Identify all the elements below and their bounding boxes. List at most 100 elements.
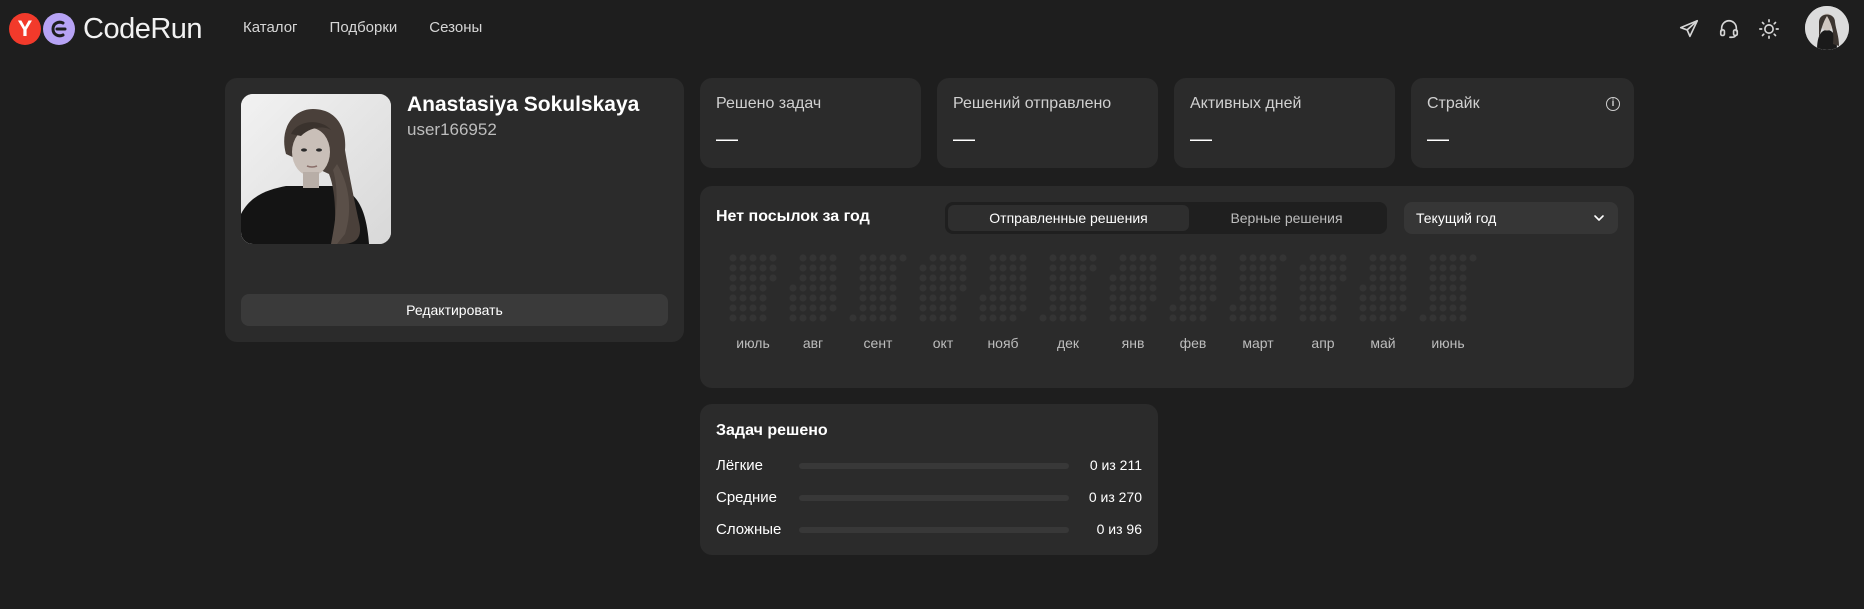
- heatmap-day-cell: [1209, 294, 1217, 302]
- difficulty-row-medium: Средние 0 из 270: [716, 488, 1142, 508]
- heatmap-day-cell: [1139, 284, 1147, 292]
- nav-seasons[interactable]: Сезоны: [429, 19, 482, 36]
- heatmap-day-cell: [1069, 304, 1077, 312]
- heatmap-day-cell: [1369, 304, 1377, 312]
- heatmap-day-cell: [1119, 254, 1127, 262]
- heatmap-day-cell: [729, 264, 737, 272]
- heatmap-day-cell: [769, 254, 777, 262]
- heatmap-day-cell: [1459, 304, 1467, 312]
- heatmap-day-cell: [1309, 274, 1317, 282]
- heatmap-day-cell: [869, 254, 877, 262]
- heatmap-day-cell: [1379, 314, 1387, 322]
- heatmap-day-cell: [859, 304, 867, 312]
- heatmap-day-cell: [739, 304, 747, 312]
- user-avatar[interactable]: [1805, 6, 1849, 50]
- theme-sun-icon[interactable]: [1756, 16, 1782, 42]
- nav-catalog[interactable]: Каталог: [243, 19, 298, 36]
- heatmap-day-cell: [1379, 284, 1387, 292]
- heatmap-day-cell: [1009, 284, 1017, 292]
- heatmap-day-cell: [1019, 274, 1027, 282]
- heatmap-day-cell: [1229, 304, 1237, 312]
- heatmap-day-cell: [1319, 304, 1327, 312]
- heatmap-day-cell: [939, 264, 947, 272]
- heatmap-day-cell: [1249, 314, 1257, 322]
- heatmap-day-cell: [1469, 254, 1477, 262]
- heatmap-day-cell: [1269, 284, 1277, 292]
- heatmap-day-cell: [819, 254, 827, 262]
- tab-correct-solutions[interactable]: Верные решения: [1189, 205, 1384, 231]
- heatmap-day-cell: [1259, 294, 1267, 302]
- heatmap-day-cell: [979, 314, 987, 322]
- heatmap-day-cell: [1009, 314, 1017, 322]
- info-icon[interactable]: i: [1606, 97, 1620, 111]
- heatmap-day-cell: [1179, 304, 1187, 312]
- heatmap-day-cell: [1259, 304, 1267, 312]
- heatmap-day-cell: [1249, 304, 1257, 312]
- heatmap-day-cell: [1059, 304, 1067, 312]
- heatmap-day-cell: [989, 284, 997, 292]
- heatmap-day-cell: [1269, 304, 1277, 312]
- heatmap-day-cell: [1439, 314, 1447, 322]
- heatmap-day-cell: [1129, 304, 1137, 312]
- heatmap-day-cell: [819, 264, 827, 272]
- heatmap-day-cell: [809, 294, 817, 302]
- heatmap-day-cell: [729, 274, 737, 282]
- heatmap-day-cell: [1239, 284, 1247, 292]
- heatmap-day-cell: [919, 314, 927, 322]
- heatmap-day-cell: [999, 294, 1007, 302]
- heatmap-day-cell: [1249, 264, 1257, 272]
- heatmap-day-cell: [749, 304, 757, 312]
- heatmap-day-cell: [1189, 274, 1197, 282]
- heatmap-day-cell: [1179, 284, 1187, 292]
- heatmap-day-cell: [889, 254, 897, 262]
- heatmap-day-cell: [1439, 254, 1447, 262]
- heatmap-day-cell: [989, 304, 997, 312]
- heatmap-day-cell: [1369, 254, 1377, 262]
- heatmap-day-cell: [739, 294, 747, 302]
- heatmap-day-cell: [1199, 274, 1207, 282]
- heatmap-day-cell: [989, 264, 997, 272]
- heatmap-day-cell: [939, 304, 947, 312]
- heatmap-day-cell: [999, 314, 1007, 322]
- heatmap-day-cell: [1069, 294, 1077, 302]
- heatmap-day-cell: [1059, 294, 1067, 302]
- heatmap-day-cell: [1199, 314, 1207, 322]
- heatmap-day-cell: [1009, 254, 1017, 262]
- heatmap-day-cell: [1059, 264, 1067, 272]
- heatmap-day-cell: [819, 294, 827, 302]
- heatmap-day-cell: [879, 274, 887, 282]
- tab-submitted-solutions[interactable]: Отправленные решения: [948, 205, 1189, 231]
- coderun-logo-icon: [43, 13, 75, 45]
- heatmap-day-cell: [1259, 274, 1267, 282]
- nav-collections[interactable]: Подборки: [330, 19, 398, 36]
- period-select[interactable]: Текущий год: [1404, 202, 1618, 234]
- heatmap-day-cell: [1359, 314, 1367, 322]
- heatmap-day-cell: [1269, 294, 1277, 302]
- heatmap-day-cell: [1049, 304, 1057, 312]
- heatmap-day-cell: [959, 264, 967, 272]
- heatmap-day-cell: [1119, 294, 1127, 302]
- activity-card: Нет посылок за год Отправленные решения …: [700, 186, 1634, 388]
- heatmap-day-cell: [1199, 284, 1207, 292]
- heatmap-day-cell: [829, 294, 837, 302]
- heatmap-day-cell: [1299, 274, 1307, 282]
- heatmap-day-cell: [1089, 254, 1097, 262]
- tasks-title: Задач решено: [716, 422, 828, 439]
- profile-username: user166952: [407, 120, 497, 139]
- difficulty-label: Средние: [716, 489, 777, 506]
- heatmap-day-cell: [919, 294, 927, 302]
- heatmap-day-cell: [819, 304, 827, 312]
- heatmap-day-cell: [1049, 294, 1057, 302]
- heatmap-month-label: март: [1242, 335, 1274, 351]
- heatmap-day-cell: [1169, 314, 1177, 322]
- heatmap-day-cell: [1239, 304, 1247, 312]
- heatmap-day-cell: [1329, 284, 1337, 292]
- edit-profile-button[interactable]: Редактировать: [241, 294, 668, 326]
- heatmap-month-label: фев: [1179, 335, 1207, 351]
- coderun-logo[interactable]: Y CodeRun: [9, 13, 203, 45]
- heatmap-day-cell: [729, 304, 737, 312]
- telegram-icon[interactable]: [1676, 16, 1702, 42]
- support-headset-icon[interactable]: [1716, 16, 1742, 42]
- heatmap-grid: [729, 254, 1477, 322]
- heatmap-day-cell: [1449, 254, 1457, 262]
